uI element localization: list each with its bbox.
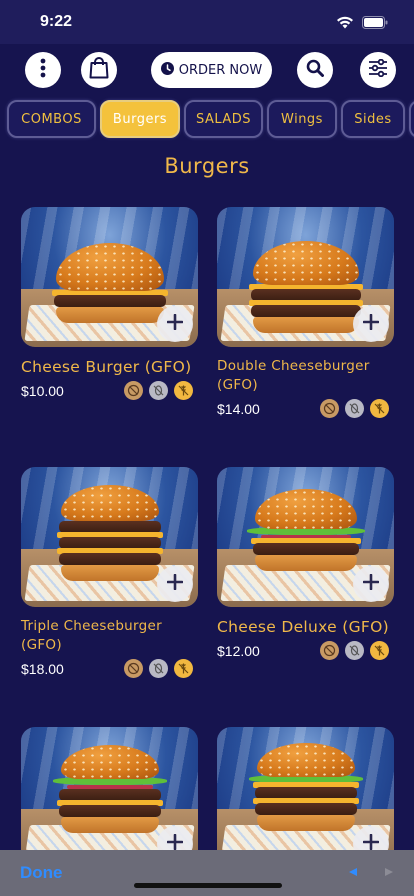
diet-icons <box>320 399 389 418</box>
battery-icon <box>362 15 388 29</box>
sliders-icon <box>368 58 388 81</box>
diet-icons <box>124 659 193 678</box>
cart-button[interactable] <box>81 52 117 88</box>
tab-more[interactable] <box>409 100 414 138</box>
next-arrow-icon[interactable] <box>384 866 394 880</box>
status-bar: 9:22 <box>0 0 414 44</box>
product-image <box>21 467 198 607</box>
product-image <box>217 207 394 347</box>
bottom-toolbar: Done <box>0 850 414 896</box>
home-indicator[interactable] <box>134 883 282 888</box>
tab-combos[interactable]: COMBOS <box>7 100 96 138</box>
product-image <box>217 467 394 607</box>
tab-label: Wings <box>281 111 323 127</box>
clock-icon <box>160 61 174 79</box>
product-card[interactable] <box>217 727 394 867</box>
no-gluten-icon <box>174 381 193 400</box>
tab-salads[interactable]: SALADS <box>184 100 263 138</box>
tab-sides[interactable]: Sides <box>341 100 405 138</box>
shopping-bag-icon <box>89 57 109 83</box>
no-nuts-icon <box>345 641 364 660</box>
filter-button[interactable] <box>360 52 396 88</box>
no-nuts-icon <box>149 381 168 400</box>
no-gluten-icon <box>370 641 389 660</box>
no-dairy-icon <box>320 641 339 660</box>
no-dairy-icon <box>124 381 143 400</box>
status-icons <box>336 15 388 29</box>
product-name: Triple Cheeseburger (GFO) <box>21 618 162 653</box>
product-card[interactable]: Cheese Burger (GFO) $10.00 <box>21 207 198 400</box>
status-time: 9:22 <box>40 13 73 30</box>
no-dairy-icon <box>320 399 339 418</box>
tab-label: COMBOS <box>21 111 82 127</box>
order-now-label: ORDER NOW <box>178 62 263 78</box>
product-price: $18.00 <box>21 660 64 677</box>
diet-icons <box>124 381 193 400</box>
top-toolbar: ORDER NOW <box>0 52 414 88</box>
add-to-cart-button[interactable] <box>353 566 389 602</box>
tab-wings[interactable]: Wings <box>267 100 337 138</box>
tab-burgers[interactable]: Burgers <box>100 100 180 138</box>
product-card[interactable]: Double Cheeseburger (GFO) $14.00 <box>217 207 394 418</box>
no-nuts-icon <box>345 399 364 418</box>
no-dairy-icon <box>124 659 143 678</box>
section-title: Burgers <box>164 154 250 178</box>
product-image <box>217 727 394 867</box>
tab-label: Burgers <box>112 111 168 127</box>
no-nuts-icon <box>149 659 168 678</box>
product-card[interactable] <box>21 727 198 867</box>
product-image <box>21 207 198 347</box>
tab-label: Sides <box>354 111 392 127</box>
previous-arrow-icon[interactable] <box>348 866 358 880</box>
done-button[interactable]: Done <box>20 863 63 883</box>
plus-icon <box>166 313 184 334</box>
plus-icon <box>166 573 184 594</box>
product-price: $12.00 <box>217 642 260 659</box>
product-card[interactable]: Cheese Deluxe (GFO) $12.00 <box>217 467 394 660</box>
tab-label: SALADS <box>195 111 252 127</box>
product-image <box>21 727 198 867</box>
product-price: $14.00 <box>217 400 260 417</box>
plus-icon <box>362 313 380 334</box>
nav-arrows <box>348 866 394 880</box>
no-gluten-icon <box>370 399 389 418</box>
order-now-button[interactable]: ORDER NOW <box>151 52 272 88</box>
add-to-cart-button[interactable] <box>157 306 193 342</box>
wifi-icon <box>336 16 354 29</box>
search-button[interactable] <box>297 52 333 88</box>
category-tabs: COMBOS Burgers SALADS Wings Sides <box>0 100 414 138</box>
plus-icon <box>362 573 380 594</box>
product-price: $10.00 <box>21 382 64 399</box>
product-name: Double Cheeseburger (GFO) <box>217 358 370 393</box>
no-gluten-icon <box>174 659 193 678</box>
search-icon <box>306 59 324 81</box>
product-name: Cheese Burger (GFO) <box>21 358 192 376</box>
add-to-cart-button[interactable] <box>353 306 389 342</box>
diet-icons <box>320 641 389 660</box>
menu-button[interactable] <box>25 52 61 88</box>
product-card[interactable]: Triple Cheeseburger (GFO) $18.00 <box>21 467 198 678</box>
add-to-cart-button[interactable] <box>157 566 193 602</box>
product-name: Cheese Deluxe (GFO) <box>217 618 389 636</box>
more-vertical-icon <box>40 58 46 82</box>
